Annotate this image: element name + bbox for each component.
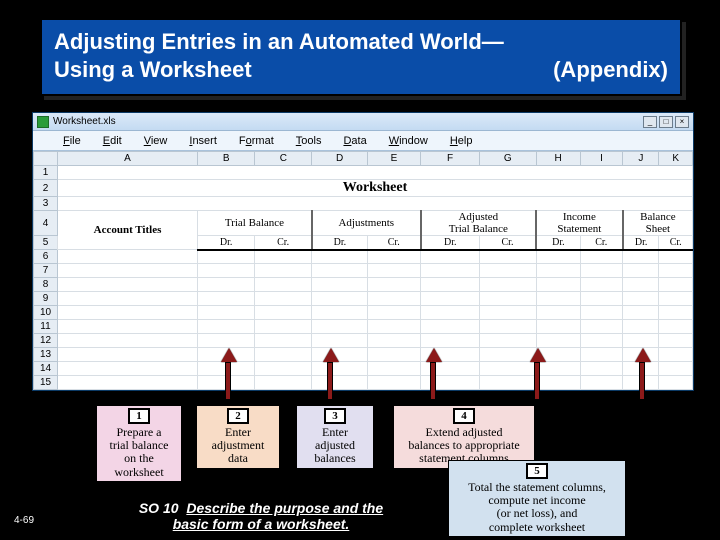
step-5-box: 5 Total the statement columns, compute n… xyxy=(448,460,626,537)
step-2-text: Enter adjustment data xyxy=(201,426,275,466)
adj-dr[interactable]: Dr. xyxy=(312,236,367,250)
row-14[interactable]: 14 xyxy=(34,362,58,376)
so-line2: basic form of a worksheet. xyxy=(173,516,350,532)
col-G[interactable]: G xyxy=(479,152,536,166)
step-1-num: 1 xyxy=(128,408,150,424)
step-1-box: 1 Prepare a trial balance on the workshe… xyxy=(96,405,182,482)
inc-dr[interactable]: Dr. xyxy=(536,236,580,250)
window-buttons: _ □ × xyxy=(643,116,689,128)
step-3-num: 3 xyxy=(324,408,346,424)
page-number: 4-69 xyxy=(14,515,34,526)
menu-edit[interactable]: Edit xyxy=(93,133,132,149)
col-K[interactable]: K xyxy=(659,152,693,166)
minimize-icon[interactable]: _ xyxy=(643,116,657,128)
header-line1: Adjusting Entries in an Automated World— xyxy=(54,29,504,54)
menu-format[interactable]: Format xyxy=(229,133,284,149)
slide-header: Adjusting Entries in an Automated World—… xyxy=(40,18,682,96)
excel-window: Worksheet.xls _ □ × File Edit View Inser… xyxy=(32,112,694,391)
col-A[interactable]: A xyxy=(58,152,198,166)
hdr-trial[interactable]: Trial Balance xyxy=(198,211,312,236)
menu-help[interactable]: Help xyxy=(440,133,483,149)
col-E[interactable]: E xyxy=(367,152,420,166)
hdr-adj[interactable]: Adjustments xyxy=(312,211,421,236)
adjtb-cr[interactable]: Cr. xyxy=(479,236,536,250)
col-J[interactable]: J xyxy=(623,152,659,166)
arrow-2 xyxy=(323,348,337,400)
col-C[interactable]: C xyxy=(255,152,312,166)
step-3-box: 3 Enter adjusted balances xyxy=(296,405,374,469)
excel-icon xyxy=(37,116,49,128)
row-10[interactable]: 10 xyxy=(34,306,58,320)
bal-cr[interactable]: Cr. xyxy=(659,236,693,250)
col-F[interactable]: F xyxy=(421,152,480,166)
titlebar: Worksheet.xls _ □ × xyxy=(33,113,693,131)
header-line2-right: (Appendix) xyxy=(553,56,668,84)
row-6[interactable]: 6 xyxy=(34,250,58,264)
menu-window[interactable]: Window xyxy=(379,133,438,149)
so-label: SO 10 xyxy=(139,500,179,516)
menu-file[interactable]: File xyxy=(53,133,91,149)
step-5-text: Total the statement columns, compute net… xyxy=(453,481,621,534)
row-4[interactable]: 4 xyxy=(34,211,58,236)
arrow-1 xyxy=(221,348,235,400)
step-3-text: Enter adjusted balances xyxy=(301,426,369,466)
col-H[interactable]: H xyxy=(536,152,580,166)
adjtb-dr[interactable]: Dr. xyxy=(421,236,480,250)
account-titles-label[interactable]: Account Titles xyxy=(58,211,198,250)
row-15[interactable]: 15 xyxy=(34,376,58,390)
arrow-4 xyxy=(530,348,544,400)
menu-insert[interactable]: Insert xyxy=(179,133,227,149)
step-4-num: 4 xyxy=(453,408,475,424)
menu-data[interactable]: Data xyxy=(333,133,376,149)
arrow-3 xyxy=(426,348,440,400)
spreadsheet: A B C D E F G H I J K 1 2Worksheet 3 4 A… xyxy=(33,151,693,390)
row-2[interactable]: 2 xyxy=(34,180,58,197)
menubar: File Edit View Insert Format Tools Data … xyxy=(33,131,693,151)
close-icon[interactable]: × xyxy=(675,116,689,128)
row-5[interactable]: 5 xyxy=(34,236,58,250)
arrow-5 xyxy=(635,348,649,400)
titlebar-filename: Worksheet.xls xyxy=(53,116,116,127)
menu-tools[interactable]: Tools xyxy=(286,133,332,149)
hdr-bal[interactable]: BalanceSheet xyxy=(623,211,693,236)
row-8[interactable]: 8 xyxy=(34,278,58,292)
row-3[interactable]: 3 xyxy=(34,197,58,211)
row-7[interactable]: 7 xyxy=(34,264,58,278)
col-I[interactable]: I xyxy=(580,152,623,166)
row-9[interactable]: 9 xyxy=(34,292,58,306)
row-1[interactable]: 1 xyxy=(34,166,58,180)
hdr-inc[interactable]: IncomeStatement xyxy=(536,211,623,236)
step-5-num: 5 xyxy=(526,463,548,479)
hdr-adjtb[interactable]: AdjustedTrial Balance xyxy=(421,211,536,236)
so-line1: Describe the purpose and the xyxy=(186,500,383,516)
corner-cell[interactable] xyxy=(34,152,58,166)
trial-dr[interactable]: Dr. xyxy=(198,236,255,250)
trial-cr[interactable]: Cr. xyxy=(255,236,312,250)
sheet-title[interactable]: Worksheet xyxy=(58,180,693,197)
adj-cr[interactable]: Cr. xyxy=(367,236,420,250)
step-1-text: Prepare a trial balance on the worksheet xyxy=(101,426,177,479)
sheet-area: A B C D E F G H I J K 1 2Worksheet 3 4 A… xyxy=(33,151,693,390)
row-11[interactable]: 11 xyxy=(34,320,58,334)
step-2-num: 2 xyxy=(227,408,249,424)
row-13[interactable]: 13 xyxy=(34,348,58,362)
step-2-box: 2 Enter adjustment data xyxy=(196,405,280,469)
inc-cr[interactable]: Cr. xyxy=(580,236,623,250)
so-text: SO 10 Describe the purpose and the basic… xyxy=(116,501,406,532)
maximize-icon[interactable]: □ xyxy=(659,116,673,128)
bal-dr[interactable]: Dr. xyxy=(623,236,659,250)
row-12[interactable]: 12 xyxy=(34,334,58,348)
menu-view[interactable]: View xyxy=(134,133,178,149)
col-D[interactable]: D xyxy=(312,152,367,166)
col-B[interactable]: B xyxy=(198,152,255,166)
header-line2-left: Using a Worksheet xyxy=(54,56,252,84)
